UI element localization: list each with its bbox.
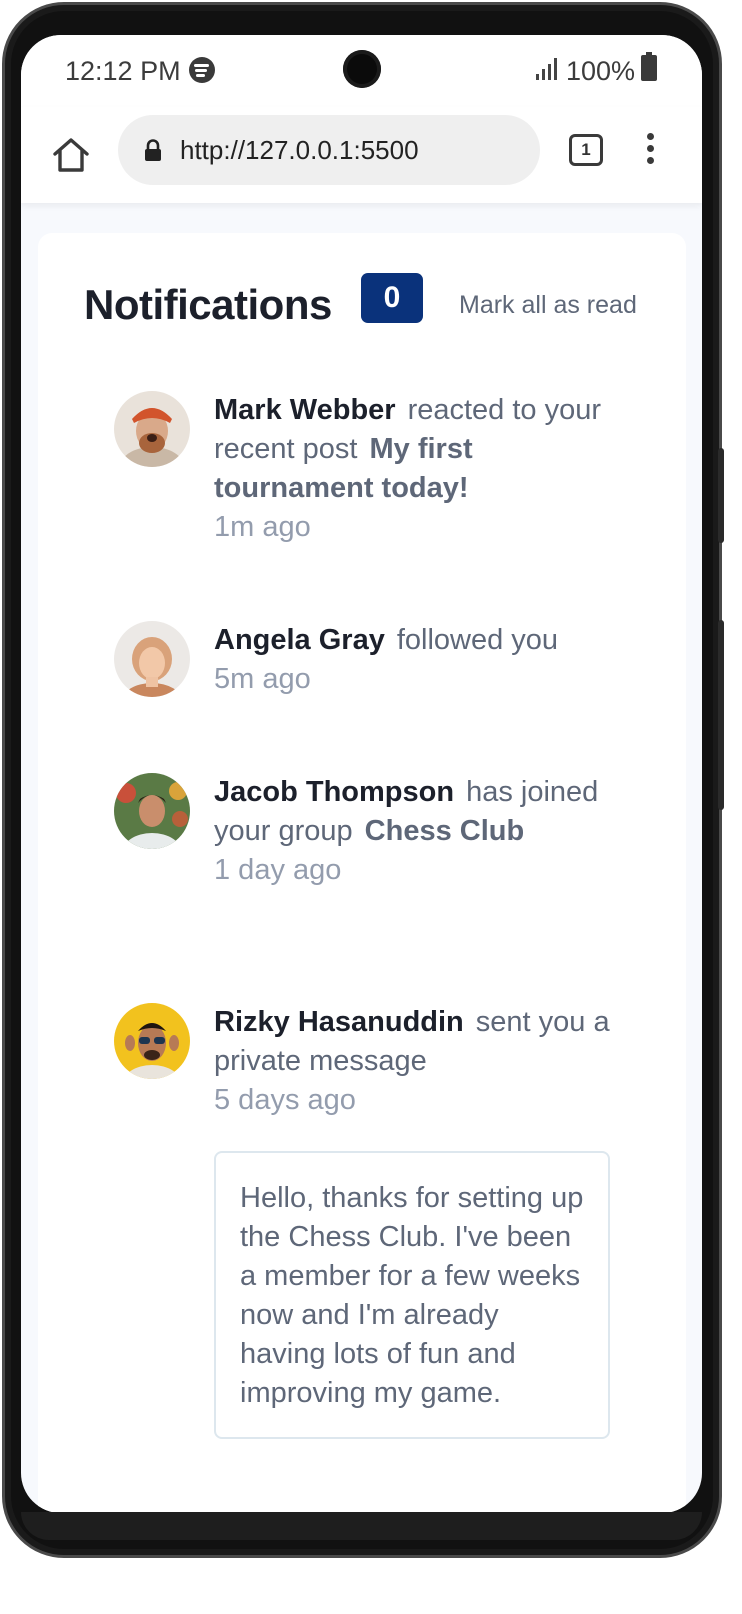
notifications-card: Notifications 0 Mark all as read Mark We…: [38, 233, 686, 1513]
page-title: Notifications: [84, 281, 332, 328]
notification-body: Angela Gray followed you 5m ago: [214, 621, 614, 699]
front-camera: [343, 50, 381, 88]
menu-icon[interactable]: [647, 133, 655, 169]
signal-icon: [536, 58, 560, 80]
url-text[interactable]: http://127.0.0.1:5500: [180, 135, 419, 166]
sender-name[interactable]: Rizky Hasanuddin: [214, 1006, 464, 1038]
avatar[interactable]: [114, 1003, 190, 1079]
notification-time: 5 days ago: [214, 1084, 356, 1116]
private-message-preview[interactable]: Hello, thanks for setting up the Chess C…: [214, 1151, 610, 1439]
status-bar: 12:12 PM 100%: [21, 35, 702, 107]
sender-name[interactable]: Mark Webber: [214, 394, 396, 426]
power-button: [718, 620, 724, 810]
screen: 12:12 PM 100% http://127.0.0.1:5500 1 No…: [21, 35, 702, 1513]
notification-body: Jacob Thompson has joined your group Chess…: [214, 773, 614, 890]
lock-icon: [145, 139, 161, 161]
battery-percent: 100%: [566, 56, 636, 86]
browser-toolbar: http://127.0.0.1:5500 1: [21, 107, 702, 203]
avatar[interactable]: [114, 391, 190, 467]
sender-name[interactable]: Jacob Thompson: [214, 776, 454, 808]
mark-all-read-button[interactable]: Mark all as read: [459, 291, 637, 320]
battery-icon: [641, 52, 657, 81]
notification-body: Mark Webber reacted to your recent post My…: [214, 391, 614, 547]
notification-time: 1 day ago: [214, 854, 342, 886]
sender-name[interactable]: Angela Gray: [214, 624, 385, 656]
notification-target[interactable]: Chess Club: [365, 815, 525, 847]
phone-chin: [21, 1512, 702, 1540]
status-time: 12:12 PM: [65, 56, 181, 86]
notification-time: 5m ago: [214, 663, 311, 695]
notification-body: Rizky Hasanuddin sent you a private messa…: [214, 1003, 614, 1120]
avatar[interactable]: [114, 773, 190, 849]
address-bar[interactable]: http://127.0.0.1:5500: [118, 115, 540, 185]
phone-frame: 12:12 PM 100% http://127.0.0.1:5500 1 No…: [0, 0, 742, 1614]
volume-button: [718, 448, 724, 543]
notification-action: followed you: [396, 624, 559, 656]
spotify-icon: [189, 57, 215, 83]
notification-time: 1m ago: [214, 511, 311, 543]
tabs-icon[interactable]: 1: [569, 134, 603, 166]
unread-count-badge: 0: [361, 273, 423, 323]
home-icon[interactable]: [51, 135, 91, 175]
avatar[interactable]: [114, 621, 190, 697]
